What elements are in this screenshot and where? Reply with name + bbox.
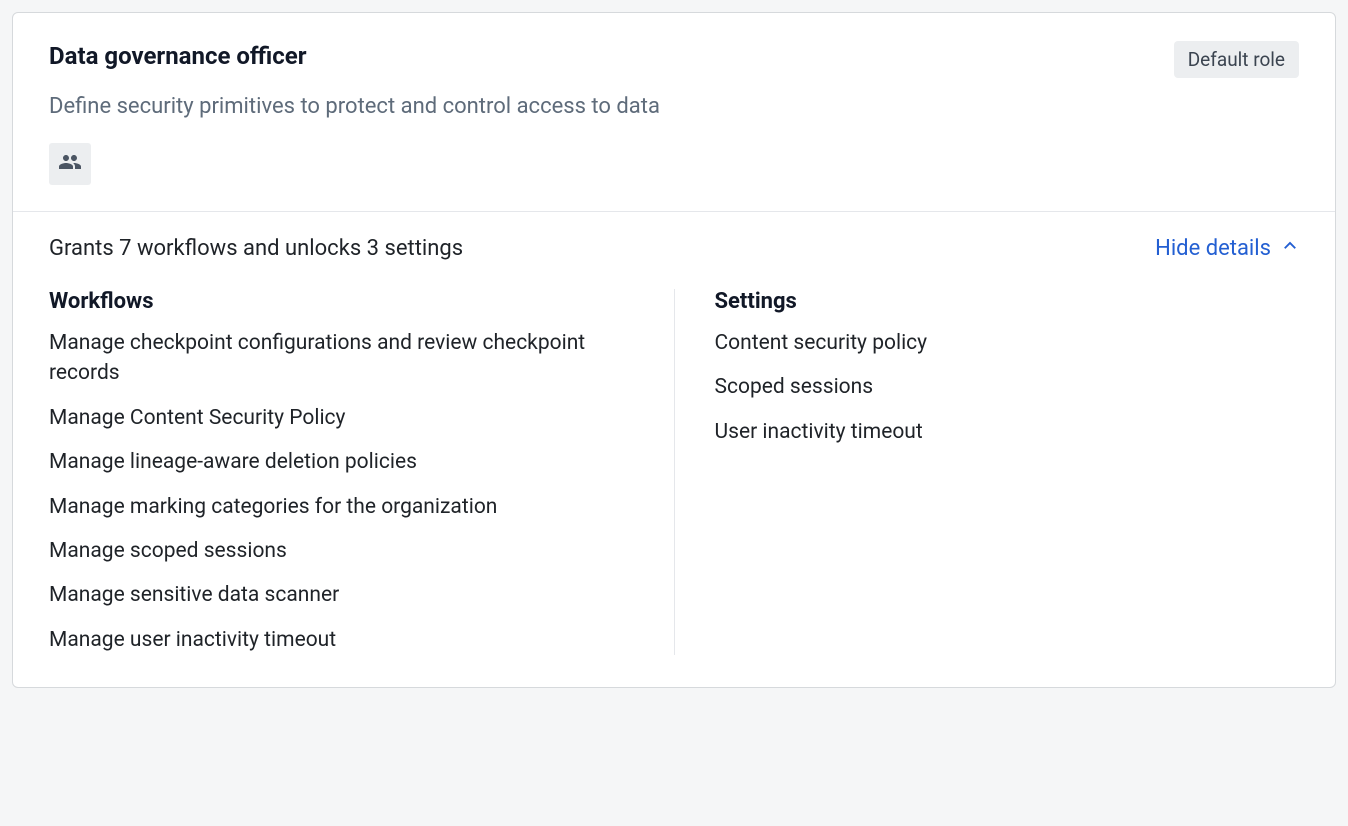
role-card-header: Data governance officer Default role Def…	[13, 13, 1335, 212]
workflows-list: Manage checkpoint configurations and rev…	[49, 328, 634, 656]
role-card-body: Grants 7 workflows and unlocks 3 setting…	[13, 212, 1335, 688]
settings-list: Content security policy Scoped sessions …	[715, 328, 1300, 447]
workflows-column: Workflows Manage checkpoint configuratio…	[49, 289, 675, 656]
workflows-heading: Workflows	[49, 289, 634, 314]
header-top-row: Data governance officer Default role	[49, 41, 1299, 78]
list-item: Manage marking categories for the organi…	[49, 492, 634, 522]
list-item: Manage scoped sessions	[49, 536, 634, 566]
list-item: Manage lineage-aware deletion policies	[49, 447, 634, 477]
role-description: Define security primitives to protect an…	[49, 92, 1299, 123]
people-icon	[58, 150, 82, 178]
list-item: Manage user inactivity timeout	[49, 625, 634, 655]
settings-heading: Settings	[715, 289, 1300, 314]
toggle-label: Hide details	[1155, 236, 1271, 261]
list-item: Scoped sessions	[715, 372, 1300, 402]
role-title: Data governance officer	[49, 41, 307, 72]
list-item: Content security policy	[715, 328, 1300, 358]
list-item: Manage checkpoint configurations and rev…	[49, 328, 634, 389]
hide-details-toggle[interactable]: Hide details	[1155, 236, 1299, 261]
list-item: Manage sensitive data scanner	[49, 580, 634, 610]
default-role-badge: Default role	[1174, 41, 1299, 78]
members-avatar-placeholder[interactable]	[49, 143, 91, 185]
details-columns: Workflows Manage checkpoint configuratio…	[49, 289, 1299, 656]
summary-row: Grants 7 workflows and unlocks 3 setting…	[49, 236, 1299, 261]
role-card: Data governance officer Default role Def…	[12, 12, 1336, 688]
list-item: Manage Content Security Policy	[49, 403, 634, 433]
list-item: User inactivity timeout	[715, 417, 1300, 447]
settings-column: Settings Content security policy Scoped …	[675, 289, 1300, 656]
grants-summary: Grants 7 workflows and unlocks 3 setting…	[49, 236, 463, 261]
chevron-up-icon	[1281, 236, 1299, 261]
